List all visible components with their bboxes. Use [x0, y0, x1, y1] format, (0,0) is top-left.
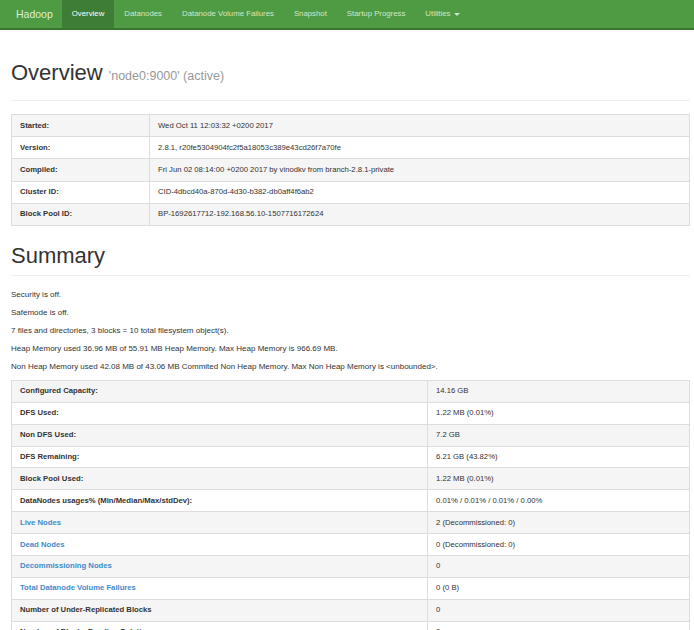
row-value: 2 (Decommissioned: 0) — [428, 512, 690, 534]
total-datanode-volume-failures-link[interactable]: Total Datanode Volume Failures — [20, 583, 136, 592]
row-value: 1.22 MB (0.01%) — [428, 402, 690, 424]
table-row: Cluster ID:CID-4dbcd40a-870d-4d30-b382-d… — [12, 181, 690, 203]
row-value: 6.21 GB (43.82%) — [428, 446, 690, 468]
row-value: Fri Jun 02 08:14:00 +0200 2017 by vinodk… — [150, 159, 690, 181]
navbar: Hadoop OverviewDatanodesDatanode Volume … — [0, 0, 694, 30]
nav-item-datanode-volume-failures[interactable]: Datanode Volume Failures — [172, 0, 284, 28]
nav-item-startup-progress[interactable]: Startup Progress — [337, 0, 416, 28]
row-label: Started: — [12, 115, 150, 137]
namenode-info-table: Started:Wed Oct 11 12:03:32 +0200 2017Ve… — [11, 114, 690, 226]
decommissioning-nodes-link[interactable]: Decommissioning Nodes — [20, 561, 112, 570]
table-row: Block Pool Used:1.22 MB (0.01%) — [12, 468, 690, 490]
summary-heading: Summary — [11, 244, 690, 268]
summary-line: Security is off. — [11, 289, 690, 301]
table-row: Dead Nodes 0 (Decommissioned: 0) — [12, 534, 690, 556]
row-label: Total Datanode Volume Failures — [12, 577, 428, 599]
table-row: Non DFS Used:7.2 GB — [12, 424, 690, 446]
row-value: BP-1692617712-192.168.56.10-150771617262… — [150, 203, 690, 225]
table-row: Compiled:Fri Jun 02 08:14:00 +0200 2017 … — [12, 159, 690, 181]
namenode-address: 'node0:9000' (active) — [109, 69, 224, 83]
page-title: Overview — [11, 60, 103, 85]
row-value: 1.22 MB (0.01%) — [428, 468, 690, 490]
table-row: DataNodes usages% (Min/Median/Max/stdDev… — [12, 490, 690, 512]
row-label: Cluster ID: — [12, 181, 150, 203]
summary-line: Heap Memory used 36.96 MB of 55.91 MB He… — [11, 343, 690, 355]
overview-heading: Overview 'node0:9000' (active) — [11, 61, 690, 88]
divider — [11, 275, 690, 276]
row-label: DataNodes usages% (Min/Median/Max/stdDev… — [12, 490, 428, 512]
row-label: Non DFS Used: — [12, 424, 428, 446]
row-label: Block Pool Used: — [12, 468, 428, 490]
row-value: Wed Oct 11 12:03:32 +0200 2017 — [150, 115, 690, 137]
table-row: DFS Remaining:6.21 GB (43.82%) — [12, 446, 690, 468]
summary-lines: Security is off. Safemode is off. 7 files … — [11, 289, 690, 373]
cluster-summary-table: Configured Capacity:14.16 GBDFS Used:1.2… — [11, 380, 690, 630]
row-value: 0 — [428, 621, 690, 630]
table-row: Started:Wed Oct 11 12:03:32 +0200 2017 — [12, 115, 690, 137]
row-value: CID-4dbcd40a-870d-4d30-b382-db0aff4f6ab2 — [150, 181, 690, 203]
row-value: 2.8.1, r20fe5304904fc2f5a18053c389e43cd2… — [150, 137, 690, 159]
divider — [11, 100, 690, 101]
table-row: Version:2.8.1, r20fe5304904fc2f5a18053c3… — [12, 137, 690, 159]
table-row: Number of Under-Replicated Blocks0 — [12, 599, 690, 621]
table-row: DFS Used:1.22 MB (0.01%) — [12, 402, 690, 424]
row-label: DFS Remaining: — [12, 446, 428, 468]
table-row: Number of Blocks Pending Deletion0 — [12, 621, 690, 630]
row-value: 0 — [428, 555, 690, 577]
nav-item-datanodes[interactable]: Datanodes — [114, 0, 172, 28]
table-row: Decommissioning Nodes 0 — [12, 555, 690, 577]
table-row: Total Datanode Volume Failures 0 (0 B) — [12, 577, 690, 599]
row-value: 14.16 GB — [428, 380, 690, 402]
summary-line: Safemode is off. — [11, 307, 690, 319]
row-label: Compiled: — [12, 159, 150, 181]
live-nodes-link[interactable]: Live Nodes — [20, 518, 61, 527]
nav-list: OverviewDatanodesDatanode Volume Failure… — [62, 0, 470, 28]
row-label: Number of Under-Replicated Blocks — [12, 599, 428, 621]
nav-item-snapshot[interactable]: Snapshot — [284, 0, 337, 28]
table-row: Configured Capacity:14.16 GB — [12, 380, 690, 402]
row-label: Dead Nodes — [12, 534, 428, 556]
row-label: Version: — [12, 137, 150, 159]
nav-item-overview[interactable]: Overview — [62, 0, 115, 28]
dead-nodes-link[interactable]: Dead Nodes — [20, 540, 64, 549]
row-label: Block Pool ID: — [12, 203, 150, 225]
row-label: Configured Capacity: — [12, 380, 428, 402]
row-value: 0.01% / 0.01% / 0.01% / 0.00% — [428, 490, 690, 512]
summary-line: 7 files and directories, 3 blocks = 10 t… — [11, 325, 690, 337]
table-row: Live Nodes 2 (Decommissioned: 0) — [12, 512, 690, 534]
hadoop-brand[interactable]: Hadoop — [0, 0, 62, 28]
row-label: Decommissioning Nodes — [12, 555, 428, 577]
row-value: 0 — [428, 599, 690, 621]
nav-item-utilities[interactable]: Utilities — [415, 0, 469, 28]
caret-down-icon — [454, 13, 460, 16]
summary-line: Non Heap Memory used 42.08 MB of 43.06 M… — [11, 361, 690, 373]
row-value: 7.2 GB — [428, 424, 690, 446]
row-label: DFS Used: — [12, 402, 428, 424]
table-row: Block Pool ID:BP-1692617712-192.168.56.1… — [12, 203, 690, 225]
row-value: 0 (Decommissioned: 0) — [428, 534, 690, 556]
row-value: 0 (0 B) — [428, 577, 690, 599]
main-content: Overview 'node0:9000' (active) Started:W… — [11, 61, 690, 630]
row-label: Number of Blocks Pending Deletion — [12, 621, 428, 630]
row-label: Live Nodes — [12, 512, 428, 534]
